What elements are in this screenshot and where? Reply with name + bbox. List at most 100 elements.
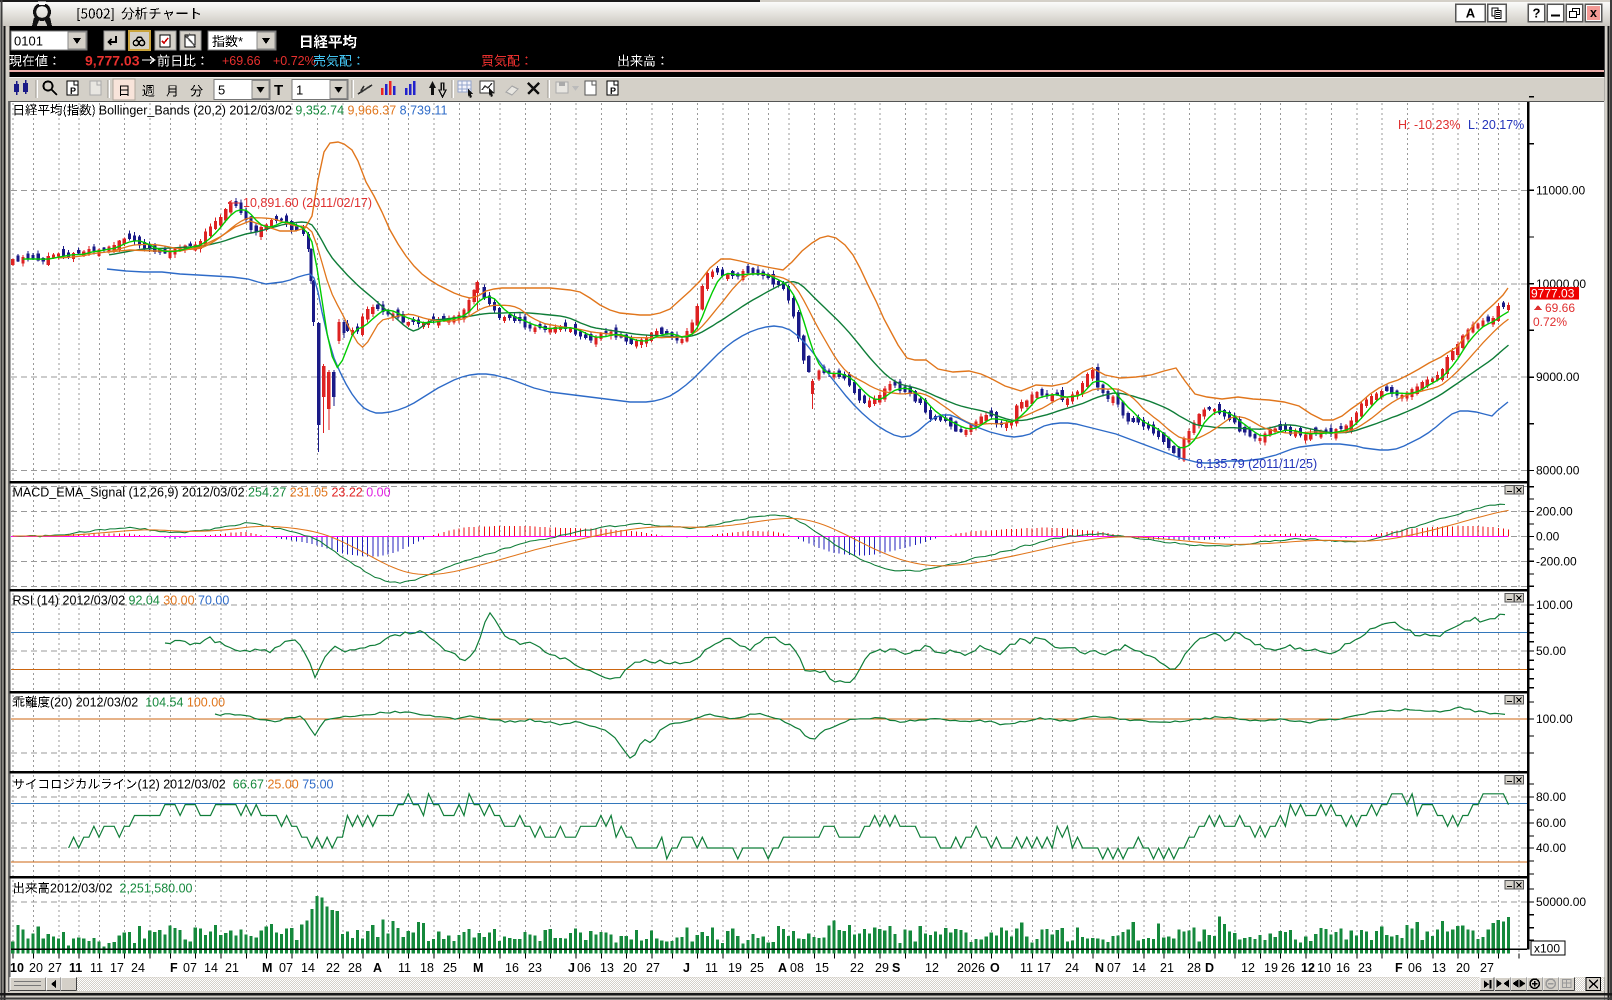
svg-text:25: 25 [443,961,457,975]
svg-text:2012/03/02: 2012/03/02 [50,882,113,896]
svg-text:08: 08 [790,961,804,975]
svg-text:-200.00: -200.00 [1536,554,1577,568]
svg-text:17: 17 [1037,961,1051,975]
svg-text:12: 12 [925,961,939,975]
svg-text:12: 12 [1241,961,1255,975]
svg-text:5: 5 [218,83,225,98]
svg-text:20: 20 [29,961,43,975]
svg-text:100.00: 100.00 [1536,598,1573,612]
svg-text:19: 19 [728,961,742,975]
svg-text:26: 26 [1281,961,1295,975]
svg-text:80.00: 80.00 [1536,790,1566,804]
svg-text:22: 22 [850,961,864,975]
svg-text:20: 20 [957,961,971,975]
svg-text:50000.00: 50000.00 [1536,895,1586,909]
svg-text:60.00: 60.00 [1536,816,1566,830]
svg-text:11: 11 [398,961,411,975]
svg-text:0.00: 0.00 [366,486,390,500]
svg-text:11000.00: 11000.00 [1536,183,1585,197]
svg-text:11: 11 [69,961,82,975]
svg-text:27: 27 [1480,961,1494,975]
svg-text:40.00: 40.00 [1536,841,1566,855]
svg-text:0.72%: 0.72% [1533,315,1567,329]
svg-text:F: F [1395,961,1403,975]
svg-text:27: 27 [48,961,62,975]
svg-text:0101: 0101 [14,34,43,49]
svg-text:15: 15 [815,961,829,975]
svg-text:25: 25 [750,961,764,975]
svg-text:21: 21 [225,961,239,975]
svg-text:9,352.74: 9,352.74 [295,104,344,118]
svg-text:RSI (14) 2012/03/02: RSI (14) 2012/03/02 [13,594,126,608]
svg-text:70.00: 70.00 [198,594,229,608]
svg-text:1: 1 [296,83,303,98]
svg-text:23.22: 23.22 [331,486,362,500]
svg-text:9,777.03: 9,777.03 [85,53,140,69]
svg-text:10: 10 [1317,961,1331,975]
svg-text:25.00: 25.00 [267,778,298,792]
svg-text:N: N [1095,961,1104,975]
svg-text:14: 14 [301,961,315,975]
svg-text:?: ? [1533,6,1541,21]
svg-text:A: A [373,961,382,975]
svg-text:24: 24 [131,961,145,975]
svg-text:M: M [262,961,272,975]
svg-text:S: S [892,961,900,975]
svg-text:(12) 2012/03/02: (12) 2012/03/02 [138,778,226,792]
svg-text:A: A [778,961,787,975]
svg-text:50.00: 50.00 [1536,644,1566,658]
svg-text:07: 07 [183,961,197,975]
svg-text:P: P [70,86,76,96]
svg-text:T: T [274,82,283,99]
svg-text:8,135.79 (2011/11/25): 8,135.79 (2011/11/25) [1196,457,1317,471]
svg-text:27: 27 [646,961,660,975]
svg-text:69.66: 69.66 [1545,301,1575,315]
svg-text:10: 10 [10,961,24,975]
svg-text:17: 17 [110,961,124,975]
svg-text:13: 13 [600,961,614,975]
svg-text:24: 24 [1065,961,1079,975]
svg-text:13: 13 [1432,961,1446,975]
svg-text:21: 21 [1160,961,1174,975]
svg-text:06: 06 [577,961,591,975]
svg-text:+69.66: +69.66 [222,54,261,68]
svg-text:16: 16 [1336,961,1350,975]
svg-text:x: x [1590,6,1597,20]
svg-text:28: 28 [1187,961,1201,975]
svg-text:F: F [170,961,178,975]
svg-text:20: 20 [1456,961,1470,975]
svg-text:8000.00: 8000.00 [1536,464,1580,478]
svg-text:16: 16 [505,961,519,975]
svg-text:D: D [1205,961,1214,975]
svg-text:66.67: 66.67 [233,778,264,792]
svg-text:L: 20.17%: L: 20.17% [1468,118,1524,132]
svg-text:O: O [990,961,1000,975]
svg-text:12: 12 [1301,961,1315,975]
svg-text:+0.72%: +0.72% [273,54,316,68]
svg-text:18: 18 [420,961,434,975]
svg-text:100.00: 100.00 [187,696,225,710]
svg-text:(20) 2012/03/02: (20) 2012/03/02 [50,696,138,710]
svg-text:J: J [683,961,690,975]
svg-text:9000.00: 9000.00 [1536,370,1580,384]
svg-text:20: 20 [623,961,637,975]
svg-text:104.54: 104.54 [145,696,183,710]
svg-text:11: 11 [705,961,718,975]
svg-text:x100: x100 [1534,942,1560,956]
svg-text:0.00: 0.00 [1536,530,1560,544]
svg-text:29: 29 [875,961,889,975]
svg-text:14: 14 [1132,961,1146,975]
svg-text:2,251,580.00: 2,251,580.00 [120,882,193,896]
svg-text:8,739.11: 8,739.11 [400,104,448,118]
svg-text:MACD_EMA_Signal (12,26,9) 2012: MACD_EMA_Signal (12,26,9) 2012/03/02 [13,486,245,500]
svg-text:100.00: 100.00 [1536,712,1573,726]
svg-text:75.00: 75.00 [302,778,333,792]
svg-text:26: 26 [971,961,985,975]
svg-text:9,966.37: 9,966.37 [348,104,397,118]
svg-text:M: M [473,961,483,975]
svg-text:06: 06 [1408,961,1422,975]
svg-text:231.05: 231.05 [290,486,328,500]
svg-text:Bollinger_Bands (20,2) 2012/03: Bollinger_Bands (20,2) 2012/03/02 [99,104,292,118]
svg-text:254.27: 254.27 [248,486,286,500]
svg-text:23: 23 [528,961,542,975]
